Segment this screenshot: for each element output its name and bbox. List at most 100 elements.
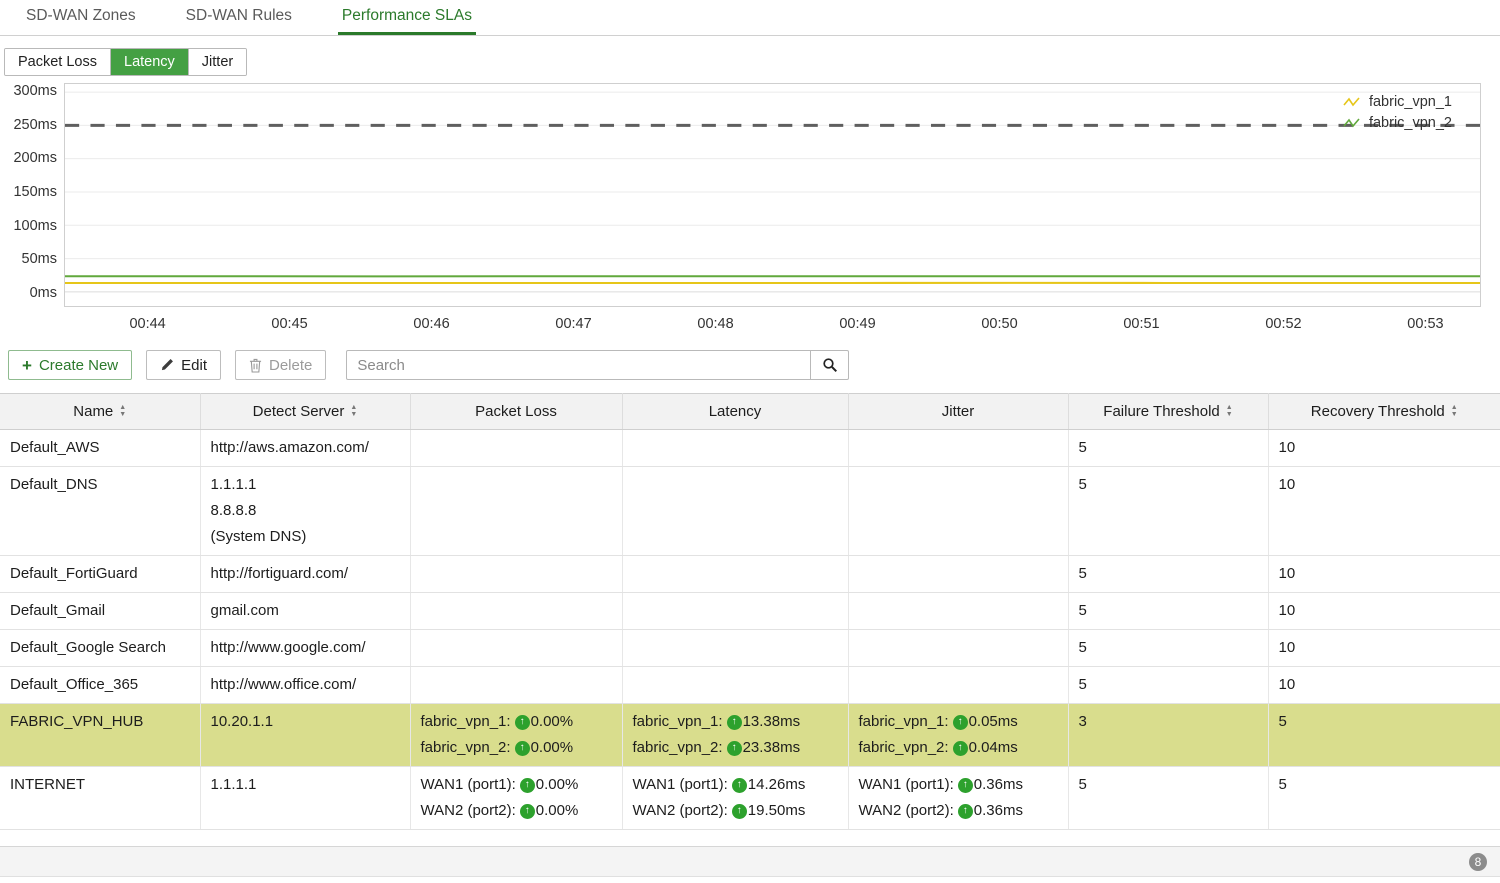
- column-header-failure-threshold[interactable]: Failure Threshold▲▼: [1068, 394, 1268, 430]
- sla-table-head-row: Name▲▼Detect Server▲▼Packet LossLatencyJ…: [0, 394, 1500, 430]
- detect-server-cell: http://fortiguard.com/: [200, 556, 410, 593]
- recovery-threshold-cell: 10: [1268, 667, 1500, 704]
- x-tick: 00:46: [413, 316, 449, 332]
- failure-threshold-cell: 5: [1068, 630, 1268, 667]
- failure-threshold-cell: 3: [1068, 704, 1268, 767]
- chart-plot: fabric_vpn_1 fabric_vpn_2: [64, 83, 1481, 307]
- name-cell: FABRIC_VPN_HUB: [0, 704, 200, 767]
- table-row-default-gmail[interactable]: Default_Gmailgmail.com510: [0, 593, 1500, 630]
- metric-value: 23.38ms: [743, 735, 801, 761]
- up-arrow-icon: ↑: [953, 715, 968, 730]
- x-tick: 00:53: [1407, 316, 1443, 332]
- sla-name: Default_Office_365: [10, 676, 138, 693]
- name-cell: INTERNET: [0, 767, 200, 830]
- up-arrow-icon: ↑: [727, 715, 742, 730]
- interface-label: fabric_vpn_1:: [421, 709, 511, 735]
- search-bar: [346, 350, 849, 380]
- legend-item-fabric-vpn-1[interactable]: fabric_vpn_1: [1343, 94, 1452, 110]
- legend-item-fabric-vpn-2[interactable]: fabric_vpn_2: [1343, 115, 1452, 131]
- chart-legend: fabric_vpn_1 fabric_vpn_2: [1343, 94, 1452, 131]
- table-row-default-aws[interactable]: Default_AWShttp://aws.amazon.com/510: [0, 430, 1500, 467]
- tab-sd-wan-rules[interactable]: SD-WAN Rules: [182, 0, 296, 35]
- packet-loss-cell: [410, 593, 622, 630]
- edit-button[interactable]: Edit: [146, 350, 221, 380]
- y-tick: 250ms: [13, 117, 57, 133]
- sla-name: Default_DNS: [10, 476, 98, 493]
- recovery-threshold-value: 10: [1279, 676, 1296, 693]
- latency-cell: [622, 630, 848, 667]
- metric-line: fabric_vpn_1:↑0.00%: [421, 709, 612, 735]
- interface-label: WAN2 (port2):: [633, 798, 728, 824]
- table-row-default-google-search[interactable]: Default_Google Searchhttp://www.google.c…: [0, 630, 1500, 667]
- column-header-jitter: Jitter: [848, 394, 1068, 430]
- up-arrow-icon: ↑: [515, 715, 530, 730]
- metric-line: fabric_vpn_1:↑13.38ms: [633, 709, 838, 735]
- chart-canvas: [65, 84, 1480, 306]
- delete-button[interactable]: Delete: [235, 350, 326, 380]
- sla-table-body: Default_AWShttp://aws.amazon.com/510Defa…: [0, 430, 1500, 830]
- create-new-button[interactable]: + Create New: [8, 350, 132, 380]
- latency-cell: [622, 467, 848, 556]
- failure-threshold-cell: 5: [1068, 667, 1268, 704]
- x-tick: 00:51: [1123, 316, 1159, 332]
- sort-down-arrow: ▼: [119, 412, 126, 418]
- tab-sd-wan-zones[interactable]: SD-WAN Zones: [22, 0, 140, 35]
- metric-line: WAN2 (port2):↑0.36ms: [859, 798, 1058, 824]
- table-row-default-office-365[interactable]: Default_Office_365 http://www.office.com/…: [0, 667, 1500, 704]
- table-row-internet[interactable]: INTERNET1.1.1.1WAN1 (port1):↑0.00%WAN2 (…: [0, 767, 1500, 830]
- detect-server-line: http://fortiguard.com/: [211, 561, 400, 587]
- magnifier-icon: [822, 357, 838, 373]
- name-cell: Default_Office_365: [0, 667, 200, 704]
- y-tick: 0ms: [30, 285, 57, 301]
- jitter-cell: [848, 667, 1068, 704]
- column-header-latency: Latency: [622, 394, 848, 430]
- column-header-name[interactable]: Name▲▼: [0, 394, 200, 430]
- name-cell: Default_FortiGuard: [0, 556, 200, 593]
- jitter-cell: WAN1 (port1):↑0.36msWAN2 (port2):↑0.36ms: [848, 767, 1068, 830]
- sort-down-arrow: ▼: [1226, 412, 1233, 418]
- sla-name: Default_FortiGuard: [10, 565, 138, 582]
- search-button[interactable]: [811, 350, 849, 380]
- interface-label: fabric_vpn_2:: [633, 735, 723, 761]
- tab-performance-slas[interactable]: Performance SLAs: [338, 0, 476, 35]
- metric-value: 0.00%: [536, 798, 579, 824]
- up-arrow-icon: ↑: [958, 778, 973, 793]
- metric-tab-latency[interactable]: Latency: [110, 49, 188, 75]
- column-label: Latency: [709, 403, 762, 420]
- x-tick: 00:50: [981, 316, 1017, 332]
- x-tick: 00:48: [697, 316, 733, 332]
- latency-cell: [622, 593, 848, 630]
- detect-server-cell: http://www.office.com/: [200, 667, 410, 704]
- column-header-detect-server[interactable]: Detect Server▲▼: [200, 394, 410, 430]
- x-tick: 00:49: [839, 316, 875, 332]
- jitter-cell: [848, 593, 1068, 630]
- metric-line: WAN1 (port1):↑14.26ms: [633, 772, 838, 798]
- legend-label: fabric_vpn_2: [1369, 115, 1452, 131]
- metric-tab-packet-loss[interactable]: Packet Loss: [5, 49, 110, 75]
- packet-loss-cell: WAN1 (port1):↑0.00%WAN2 (port2):↑0.00%: [410, 767, 622, 830]
- detect-server-line: http://aws.amazon.com/: [211, 435, 400, 461]
- failure-threshold-cell: 5: [1068, 467, 1268, 556]
- up-arrow-icon: ↑: [727, 741, 742, 756]
- metric-value: 0.36ms: [974, 798, 1023, 824]
- sla-name: FABRIC_VPN_HUB: [10, 713, 143, 730]
- column-header-recovery-threshold[interactable]: Recovery Threshold▲▼: [1268, 394, 1500, 430]
- sort-icon: ▲▼: [350, 405, 357, 418]
- sla-name: Default_AWS: [10, 439, 99, 456]
- y-tick: 150ms: [13, 184, 57, 200]
- table-row-default-dns[interactable]: Default_DNS1.1.1.18.8.8.8(System DNS)510: [0, 467, 1500, 556]
- metric-line: fabric_vpn_2:↑0.00%: [421, 735, 612, 761]
- x-tick: 00:47: [555, 316, 591, 332]
- table-row-default-fortiguard[interactable]: Default_FortiGuard http://fortiguard.com/…: [0, 556, 1500, 593]
- up-arrow-icon: ↑: [732, 778, 747, 793]
- recovery-threshold-value: 10: [1279, 476, 1296, 493]
- jitter-cell: [848, 556, 1068, 593]
- recovery-threshold-cell: 10: [1268, 430, 1500, 467]
- table-row-fabric-vpn-hub[interactable]: FABRIC_VPN_HUB10.20.1.1fabric_vpn_1:↑0.0…: [0, 704, 1500, 767]
- search-input[interactable]: [346, 350, 811, 380]
- latency-cell: [622, 667, 848, 704]
- recovery-threshold-cell: 10: [1268, 556, 1500, 593]
- column-label: Jitter: [942, 403, 975, 420]
- name-cell: Default_DNS: [0, 467, 200, 556]
- metric-tab-jitter[interactable]: Jitter: [188, 49, 246, 75]
